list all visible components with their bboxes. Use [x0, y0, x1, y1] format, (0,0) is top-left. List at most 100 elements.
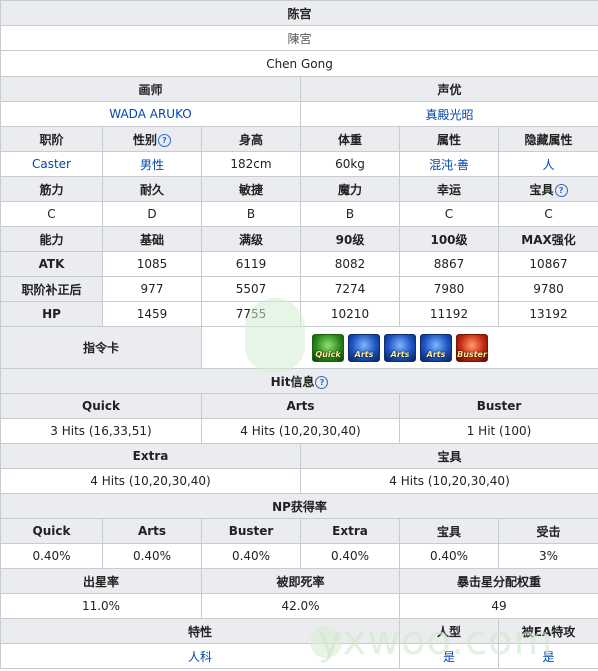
stat-cell: 7274 — [300, 276, 400, 302]
name-jp: 陳宮 — [0, 25, 598, 51]
param-header-str: 筋力 — [0, 176, 103, 202]
ea-weak-header: 被EA特攻 — [497, 618, 598, 644]
np-header: 宝具 — [399, 518, 499, 544]
hit-header-buster: Buster — [398, 393, 598, 419]
hit-value-arts: 4 Hits (10,20,30,40) — [201, 418, 400, 444]
traits-header: 特性 — [0, 618, 400, 644]
stat-cell: 13192 — [497, 301, 598, 327]
hidden-attribute-header: 隐藏属性 — [497, 126, 598, 152]
weight-value: 60kg — [300, 151, 400, 177]
np-header: Arts — [102, 518, 202, 544]
height-value: 182cm — [201, 151, 301, 177]
voice-header: 声优 — [299, 76, 598, 102]
name-en: Chen Gong — [0, 50, 598, 77]
np-header: Buster — [201, 518, 301, 544]
stat-cell: 7980 — [399, 276, 499, 302]
stat-cell: 5507 — [201, 276, 301, 302]
arts-card-icon: Arts — [384, 333, 417, 362]
stat-cell: 8867 — [399, 251, 499, 277]
stat-row-label: 职阶补正后 — [0, 276, 103, 302]
np-header: Quick — [0, 518, 103, 544]
death-rate-header: 被即死率 — [201, 568, 400, 594]
param-value-str: C — [0, 201, 103, 227]
param-value-luck: C — [399, 201, 499, 227]
weight-header: 体重 — [300, 126, 400, 152]
alignment-link[interactable]: 混沌·善 — [399, 151, 499, 177]
humanoid-value[interactable]: 是 — [399, 643, 499, 669]
death-rate-value: 42.0% — [201, 593, 400, 619]
class-header: 职阶 — [0, 126, 103, 152]
stat-cell: 1459 — [102, 301, 202, 327]
stat-cell: 1085 — [102, 251, 202, 277]
gender-header: 性别? — [102, 126, 202, 152]
class-link[interactable]: Caster — [0, 151, 103, 177]
buster-card-icon: Buster — [456, 333, 489, 362]
arts-card-icon: Arts — [420, 333, 453, 362]
param-value-agi: B — [201, 201, 301, 227]
quick-card-icon: Quick — [312, 333, 345, 362]
ea-weak-value[interactable]: 是 — [497, 643, 598, 669]
stat-header: 100级 — [399, 226, 499, 252]
stat-cell: 6119 — [201, 251, 301, 277]
name-cn: 陈宫 — [0, 0, 598, 26]
stat-cell: 977 — [102, 276, 202, 302]
help-icon[interactable]: ? — [315, 375, 329, 389]
param-header-np: 宝具? — [497, 176, 598, 202]
hit-info-header: Hit信息? — [0, 368, 598, 394]
np-value: 3% — [497, 543, 598, 569]
star-rate-value: 11.0% — [0, 593, 202, 619]
hit-header-quick: Quick — [0, 393, 202, 419]
stat-header: 能力 — [0, 226, 103, 252]
stat-header: 基础 — [102, 226, 202, 252]
star-rate-header: 出星率 — [0, 568, 202, 594]
np-header: Extra — [300, 518, 400, 544]
np-value: 0.40% — [0, 543, 103, 569]
hit-header-extra: Extra — [0, 443, 301, 469]
hit-value-quick: 3 Hits (16,33,51) — [0, 418, 202, 444]
param-value-np: C — [497, 201, 598, 227]
voice-actor-link[interactable]: 真殿光昭 — [299, 101, 598, 127]
hit-value-np: 4 Hits (10,20,30,40) — [299, 468, 598, 494]
star-weight-value: 49 — [398, 593, 598, 619]
param-header-agi: 敏捷 — [201, 176, 301, 202]
stat-header: 满级 — [201, 226, 301, 252]
stat-cell: 8082 — [300, 251, 400, 277]
param-header-mag: 魔力 — [300, 176, 400, 202]
stat-cell: 7755 — [201, 301, 301, 327]
param-header-luck: 幸运 — [399, 176, 499, 202]
humanoid-header: 人型 — [399, 618, 499, 644]
hit-value-buster: 1 Hit (100) — [398, 418, 598, 444]
help-icon[interactable]: ? — [554, 183, 568, 197]
hit-value-extra: 4 Hits (10,20,30,40) — [0, 468, 301, 494]
np-header: 受击 — [497, 518, 598, 544]
stat-cell: 10867 — [497, 251, 598, 277]
stat-cell: 11192 — [399, 301, 499, 327]
hit-header-arts: Arts — [201, 393, 400, 419]
stat-row-label: ATK — [0, 251, 103, 277]
illustrator-header: 画师 — [0, 76, 301, 102]
np-rate-header: NP获得率 — [0, 493, 598, 519]
traits-link[interactable]: 人科 — [0, 643, 400, 669]
arts-card-icon: Arts — [348, 333, 381, 362]
height-header: 身高 — [201, 126, 301, 152]
np-value: 0.40% — [300, 543, 400, 569]
stat-row-label: HP — [0, 301, 103, 327]
stat-header: MAX强化 — [497, 226, 598, 252]
servant-info-table: 陈宫 陳宮 Chen Gong 画师 声优 WADA ARUKO 真殿光昭 职阶… — [0, 0, 598, 669]
hit-header-np: 宝具 — [299, 443, 598, 469]
command-cards-cell: Quick Arts Arts Arts Buster — [200, 326, 598, 369]
np-value: 0.40% — [102, 543, 202, 569]
gender-link[interactable]: 男性 — [102, 151, 202, 177]
command-cards-header: 指令卡 — [0, 326, 202, 369]
param-header-end: 耐久 — [102, 176, 202, 202]
illustrator-link[interactable]: WADA ARUKO — [0, 101, 301, 127]
help-icon[interactable]: ? — [158, 133, 171, 147]
param-value-end: D — [102, 201, 202, 227]
star-weight-header: 暴击星分配权重 — [398, 568, 598, 594]
stat-cell: 9780 — [497, 276, 598, 302]
stat-cell: 10210 — [300, 301, 400, 327]
hidden-attribute-link[interactable]: 人 — [497, 151, 598, 177]
stat-header: 90级 — [300, 226, 400, 252]
param-value-mag: B — [300, 201, 400, 227]
np-value: 0.40% — [399, 543, 499, 569]
